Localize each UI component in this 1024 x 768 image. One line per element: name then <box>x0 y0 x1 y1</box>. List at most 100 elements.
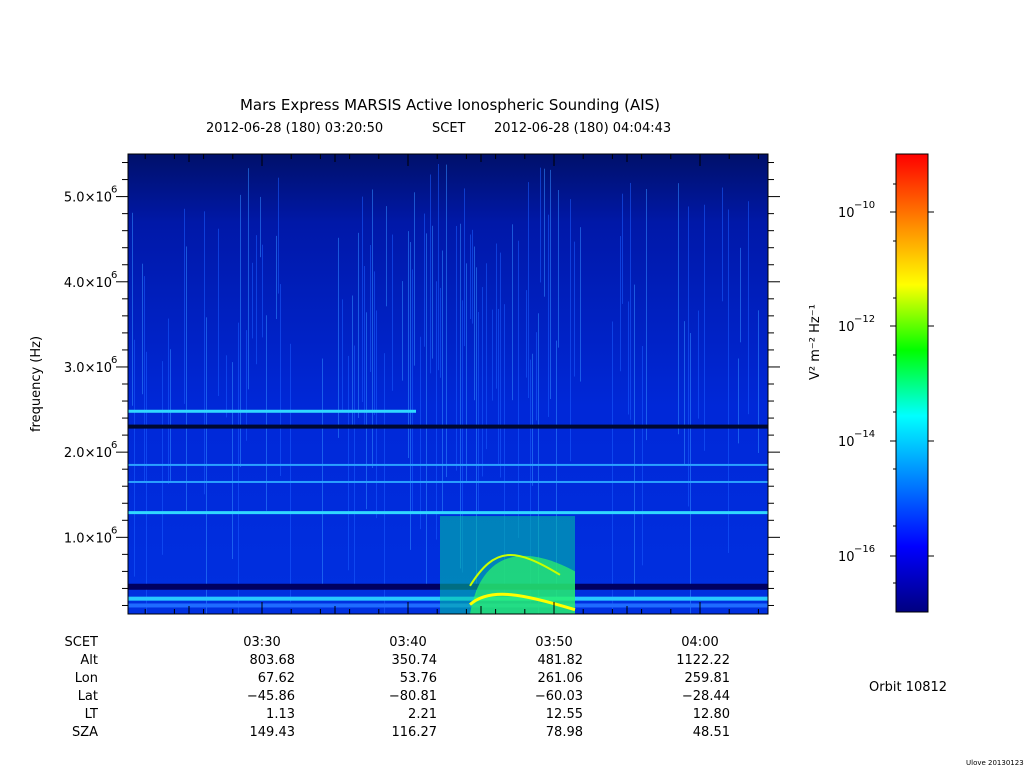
streak <box>420 336 421 530</box>
streak <box>408 231 409 459</box>
ephemeris-row-label: Alt <box>80 653 98 668</box>
streak <box>252 262 253 339</box>
y-tick-label: 1.0×10 <box>64 531 112 546</box>
ephemeris-row-label: LT <box>84 707 98 722</box>
streak <box>168 318 169 485</box>
streak <box>132 212 133 406</box>
streak <box>410 242 411 550</box>
streak <box>528 182 529 398</box>
colorbar-tick-label: 10 <box>838 435 855 450</box>
streak <box>466 263 467 484</box>
y-tick-exponent: 6 <box>111 440 117 451</box>
streak <box>392 234 393 391</box>
streak <box>456 225 457 471</box>
streak <box>628 301 629 415</box>
ephemeris-value: 803.68 <box>249 653 296 668</box>
y-tick-exponent: 6 <box>111 525 117 536</box>
streak <box>204 211 205 495</box>
ephemeris-value: 78.98 <box>545 725 583 740</box>
streak <box>144 276 145 483</box>
streak <box>412 269 413 513</box>
streak <box>470 234 471 320</box>
streak <box>248 168 249 390</box>
streak <box>424 213 425 347</box>
streak <box>738 358 739 444</box>
colorbar-tick-label: 10 <box>838 550 855 565</box>
streak <box>348 355 349 571</box>
streak <box>186 246 187 511</box>
streak <box>612 321 613 614</box>
ephemeris-row-label: SZA <box>71 725 98 740</box>
streak <box>532 353 533 486</box>
streak <box>256 235 257 365</box>
ephemeris-row-label: Lat <box>77 689 98 704</box>
streak <box>472 229 473 324</box>
ephemeris-value: −60.03 <box>534 689 583 704</box>
ephemeris-value: 12.80 <box>692 707 730 722</box>
streak <box>430 174 431 374</box>
streak <box>684 321 685 465</box>
y-tick-label: 3.0×10 <box>64 361 112 376</box>
streak <box>634 284 635 597</box>
streak <box>492 309 493 401</box>
horizontal-line <box>128 511 768 515</box>
y-tick-exponent: 6 <box>111 185 117 196</box>
streak <box>278 177 279 294</box>
y-tick-exponent: 6 <box>111 270 117 281</box>
ephemeris-row-label: SCET <box>64 635 98 650</box>
streak <box>540 167 541 283</box>
streak <box>722 187 723 302</box>
streak <box>260 196 261 258</box>
streak <box>748 201 749 415</box>
streak <box>352 295 353 426</box>
colorbar-tick-exponent: −14 <box>854 429 875 440</box>
streak <box>728 209 729 553</box>
streak <box>184 208 185 404</box>
streak <box>226 355 227 418</box>
colorbar-tick-exponent: −10 <box>854 200 875 211</box>
horizontal-line <box>128 409 416 413</box>
streak <box>646 188 647 441</box>
streak <box>486 263 487 450</box>
streak <box>446 164 447 478</box>
streak <box>758 310 759 453</box>
streak <box>374 271 375 416</box>
streak <box>544 168 545 297</box>
streak <box>464 188 465 347</box>
colorbar-tick-label: 10 <box>838 206 855 221</box>
streak <box>482 287 483 477</box>
streak <box>436 281 437 540</box>
streak <box>704 204 705 451</box>
x-tick-label: 03:40 <box>389 635 427 650</box>
ephemeris-value: 350.74 <box>391 653 438 668</box>
colorbar-unit-label: V² m⁻² Hz⁻¹ <box>808 304 823 380</box>
ephemeris-value: 1122.22 <box>676 653 730 668</box>
colorbar-tick-label: 10 <box>838 320 855 335</box>
streak <box>232 362 233 559</box>
streak <box>622 193 623 304</box>
ephemeris-value: 261.06 <box>537 671 584 686</box>
dark-band <box>128 424 768 429</box>
x-tick-label: 03:50 <box>535 635 573 650</box>
streak <box>362 196 363 403</box>
horizontal-line <box>128 463 768 466</box>
streak <box>262 244 263 338</box>
streak <box>500 252 501 478</box>
streak <box>630 182 631 420</box>
streak <box>688 206 689 507</box>
ephemeris-value: 116.27 <box>391 725 438 740</box>
streak <box>574 241 575 377</box>
ephemeris-value: −28.44 <box>681 689 730 704</box>
streak <box>280 284 281 476</box>
streak <box>246 330 247 441</box>
ephemeris-value: 149.43 <box>249 725 296 740</box>
streak <box>218 228 219 396</box>
streak <box>518 240 519 538</box>
streak <box>342 299 343 410</box>
streak <box>238 322 239 614</box>
streak <box>364 265 365 426</box>
streak <box>442 250 443 512</box>
streak <box>384 353 385 614</box>
streak <box>134 339 135 577</box>
y-axis-label: frequency (Hz) <box>29 336 44 432</box>
